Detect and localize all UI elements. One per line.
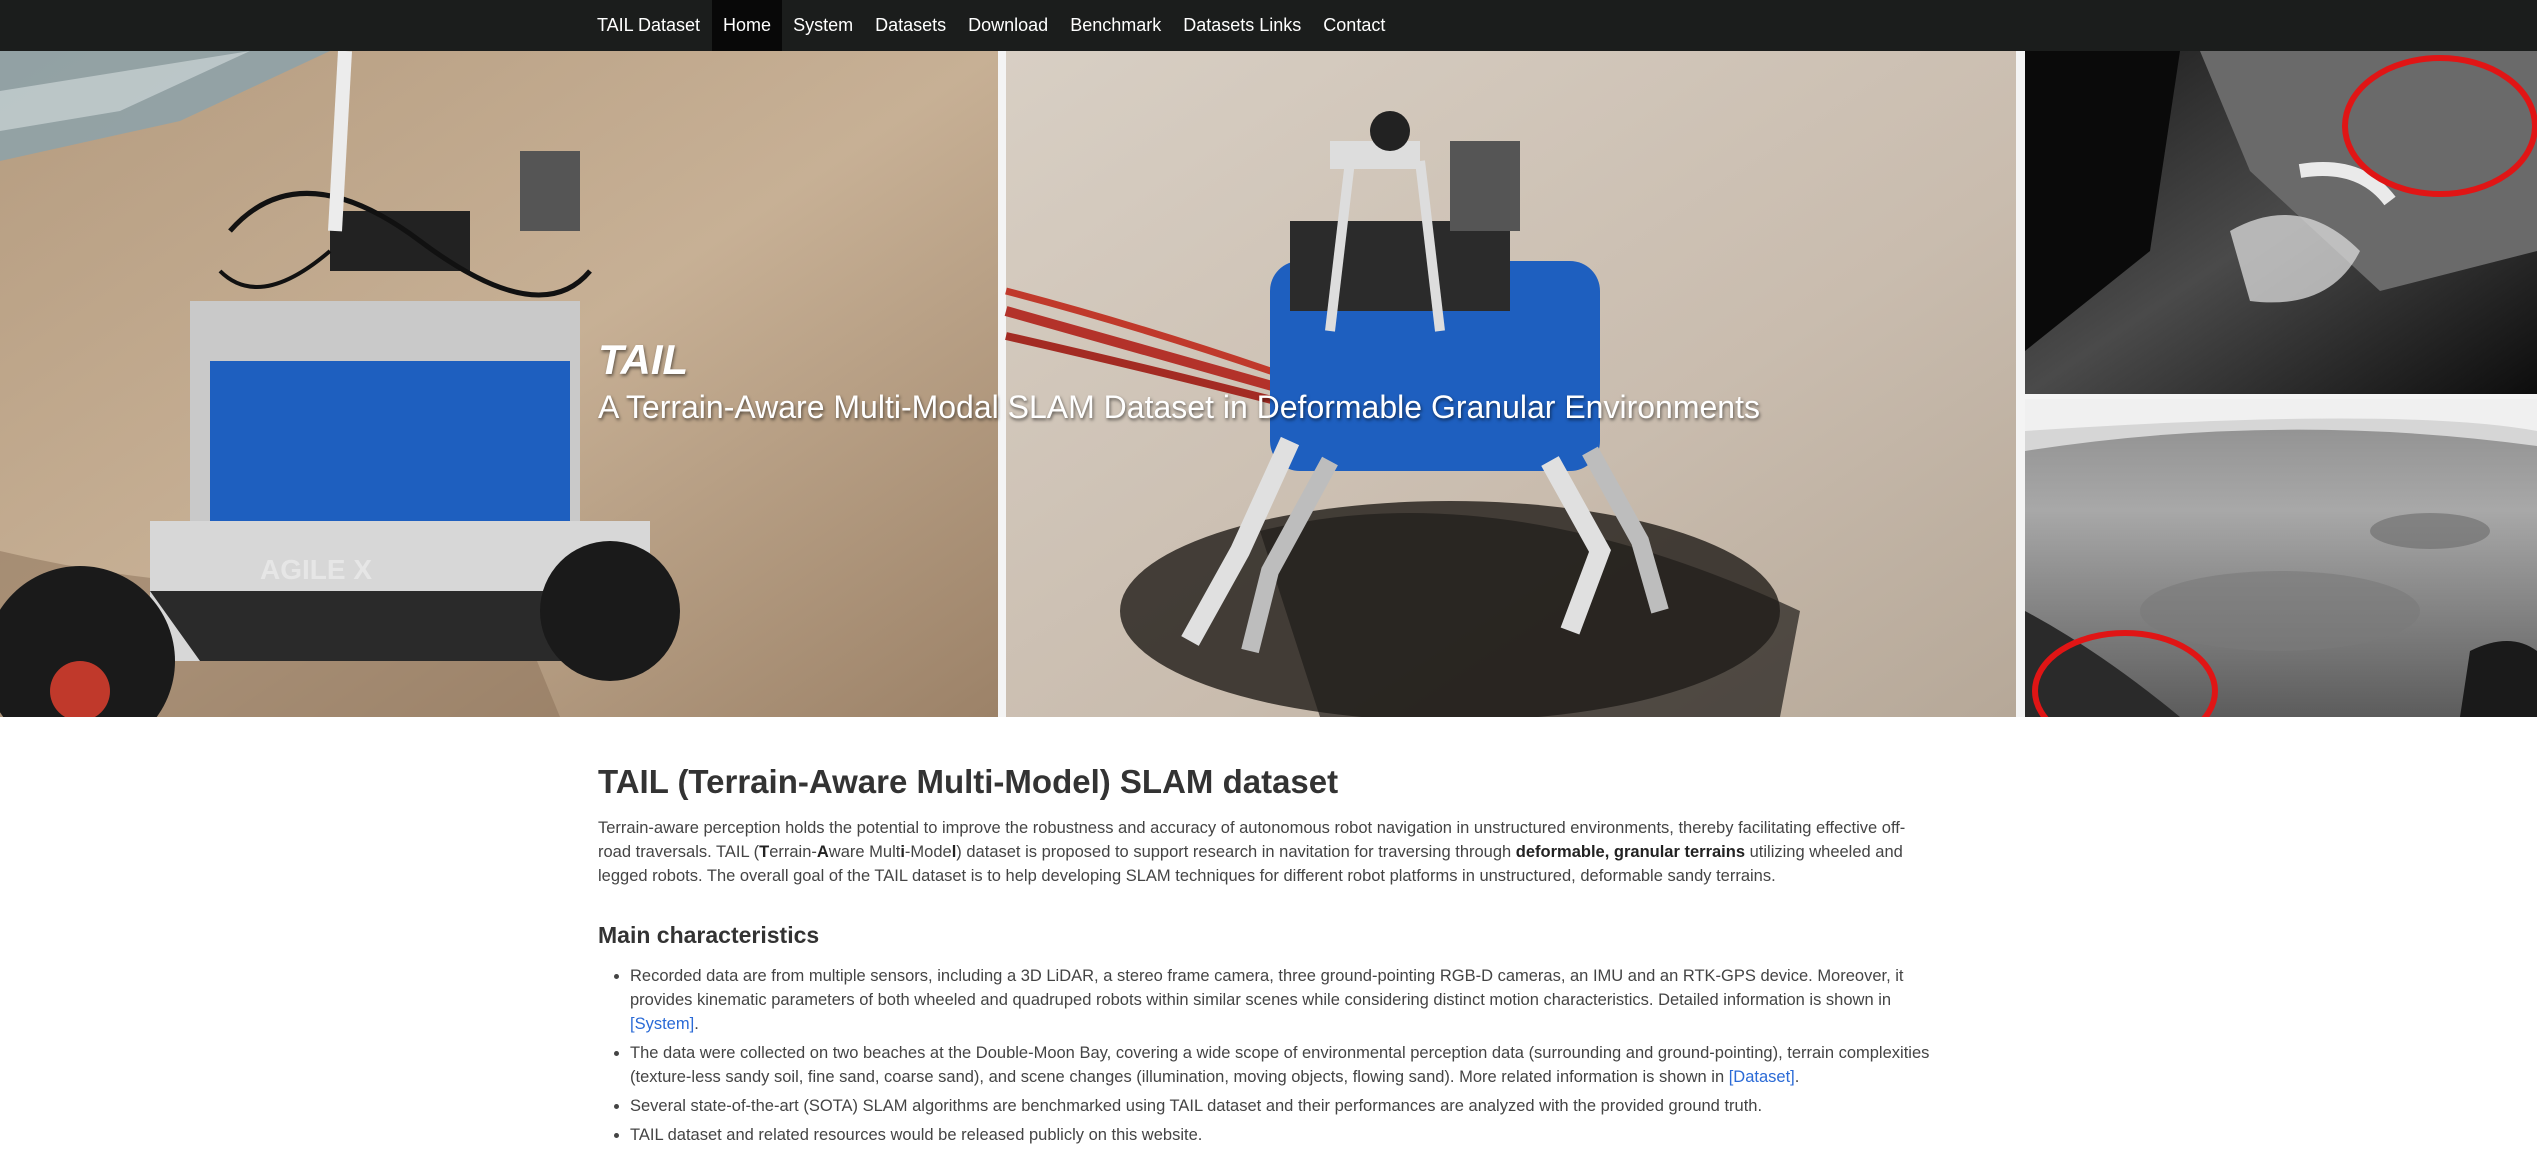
quadruped-robot-photo <box>1004 51 2016 717</box>
list-item: Recorded data are from multiple sensors,… <box>630 964 1938 1036</box>
rover-terrain-photo-bottom <box>2025 399 2537 717</box>
intro-paragraph: Terrain-aware perception holds the poten… <box>598 819 1906 885</box>
main-content: TAIL (Terrain-Aware Multi-Model) SLAM da… <box>598 760 1938 1152</box>
nav-brand[interactable]: TAIL Dataset <box>587 0 712 51</box>
hero-banner: AGILE X TAIL A Terrain-Aware Multi-Modal… <box>0 51 2537 717</box>
nav-item-benchmark[interactable]: Benchmark <box>1059 0 1172 51</box>
system-link[interactable]: [System] <box>630 1015 694 1033</box>
nav-item-contact[interactable]: Contact <box>1312 0 1396 51</box>
bold-terrain-text: deformable, granular terrains <box>1515 843 1746 861</box>
hero-title: TAIL <box>598 336 689 383</box>
nav-item-home[interactable]: Home <box>712 0 783 51</box>
nav-item-datasets-links[interactable]: Datasets Links <box>1172 0 1312 51</box>
rover-terrain-photo-top <box>2025 51 2537 394</box>
characteristics-list: Recorded data are from multiple sensors,… <box>598 964 1938 1147</box>
intro-heading: TAIL (Terrain-Aware Multi-Model) SLAM da… <box>598 763 1339 800</box>
list-item: TAIL dataset and related resources would… <box>630 1123 1938 1147</box>
wheeled-robot-photo: AGILE X <box>0 51 998 717</box>
list-item: The data were collected on two beaches a… <box>630 1041 1938 1089</box>
list-item: Several state-of-the-art (SOTA) SLAM alg… <box>630 1094 1938 1118</box>
nav-item-download[interactable]: Download <box>957 0 1059 51</box>
hero-collage-image: AGILE X <box>0 51 2537 717</box>
robot-logo-text: AGILE X <box>260 554 372 585</box>
nav-item-system[interactable]: System <box>782 0 864 51</box>
characteristics-heading: Main characteristics <box>598 922 820 948</box>
dataset-link[interactable]: [Dataset] <box>1729 1068 1795 1086</box>
nav-menu: TAIL Dataset Home System Datasets Downlo… <box>587 0 1396 51</box>
top-navbar: TAIL Dataset Home System Datasets Downlo… <box>0 0 2537 51</box>
hero-subtitle: A Terrain-Aware Multi-Modal SLAM Dataset… <box>598 389 1760 425</box>
nav-item-datasets[interactable]: Datasets <box>864 0 957 51</box>
